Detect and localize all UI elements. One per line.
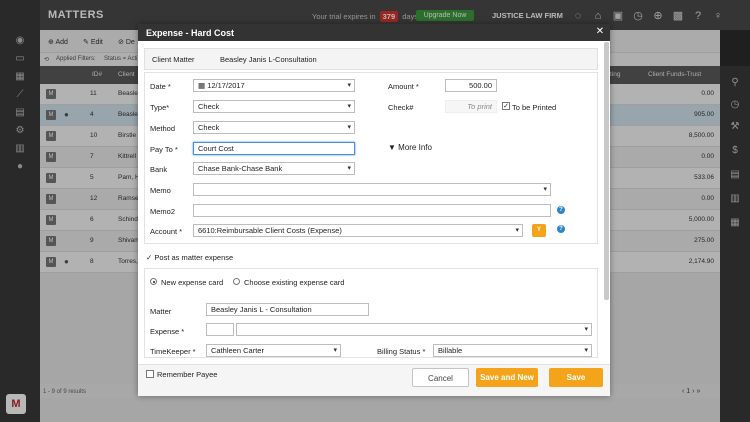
memo-select[interactable] — [193, 183, 551, 196]
bank-label: Bank — [150, 165, 168, 174]
new-expense-card-label: New expense card — [161, 278, 224, 287]
matter-label: Matter — [150, 307, 172, 316]
calendar-icon: ▦ — [198, 81, 206, 90]
close-icon[interactable]: ✕ — [595, 27, 605, 37]
account-select[interactable]: 6610:Reimbursable Client Costs (Expense) — [193, 224, 523, 237]
existing-expense-card-radio[interactable] — [233, 278, 240, 285]
caret-down-icon: ▼ — [388, 143, 396, 152]
amount-label: Amount * — [388, 82, 419, 91]
check-number-input[interactable]: To print — [445, 100, 497, 113]
billing-status-select[interactable]: Billable — [433, 344, 592, 357]
memo2-label: Memo2 — [150, 207, 176, 216]
timekeeper-select[interactable]: Cathleen Carter — [206, 344, 341, 357]
timekeeper-label: TimeKeeper * — [150, 347, 196, 356]
bank-select[interactable]: Chase Bank-Chase Bank — [193, 162, 355, 175]
to-be-printed-checkbox[interactable]: ✓ — [502, 102, 510, 110]
account-lookup-button[interactable]: Y — [532, 224, 546, 237]
client-matter-label: Client Matter — [152, 55, 195, 64]
check-number-label: Check# — [388, 103, 414, 112]
help-icon[interactable]: ? — [557, 206, 565, 214]
modal-footer — [138, 364, 610, 396]
remember-payee-checkbox[interactable] — [146, 370, 154, 378]
expense-label: Expense * — [150, 327, 185, 336]
expense-code-input[interactable] — [206, 323, 234, 336]
billing-status-label: Billing Status * — [377, 347, 426, 356]
expense-select[interactable] — [236, 323, 592, 336]
client-matter-value: Beasley Janis L-Consultation — [220, 55, 317, 64]
method-label: Method — [150, 124, 176, 133]
modal-scrollbar[interactable] — [604, 42, 609, 300]
to-be-printed-label: To be Printed — [512, 103, 557, 112]
cancel-button[interactable]: Cancel — [412, 368, 469, 387]
save-and-new-button[interactable]: Save and New — [476, 368, 538, 387]
existing-expense-card-label: Choose existing expense card — [244, 278, 345, 287]
account-label: Account * — [150, 227, 183, 236]
date-input[interactable]: ▦ 12/17/2017 — [193, 79, 355, 92]
matter-input[interactable]: Beasley Janis L - Consultation — [206, 303, 369, 316]
expense-form-section — [144, 72, 598, 244]
date-label: Date * — [150, 82, 171, 91]
modal-title: Expense - Hard Cost — [146, 28, 235, 38]
type-label: Type* — [150, 103, 170, 112]
remember-payee-label: Remember Payee — [157, 370, 218, 379]
new-expense-card-radio[interactable] — [150, 278, 157, 285]
memo2-input[interactable] — [193, 204, 551, 217]
payto-label: Pay To * — [150, 145, 178, 154]
save-button[interactable]: Save — [549, 368, 603, 387]
payto-input[interactable]: Court Cost — [193, 142, 355, 155]
help-icon[interactable]: ? — [557, 225, 565, 233]
checkmark-icon: ✓ — [146, 253, 153, 262]
client-matter-box — [144, 48, 598, 70]
post-as-matter-expense[interactable]: ✓ Post as matter expense — [146, 253, 233, 262]
memo-label: Memo — [150, 186, 171, 195]
more-info-toggle[interactable]: ▼ More Info — [388, 143, 432, 152]
method-select[interactable]: Check — [193, 121, 355, 134]
amount-input[interactable]: 500.00 — [445, 79, 497, 92]
type-select[interactable]: Check — [193, 100, 355, 113]
